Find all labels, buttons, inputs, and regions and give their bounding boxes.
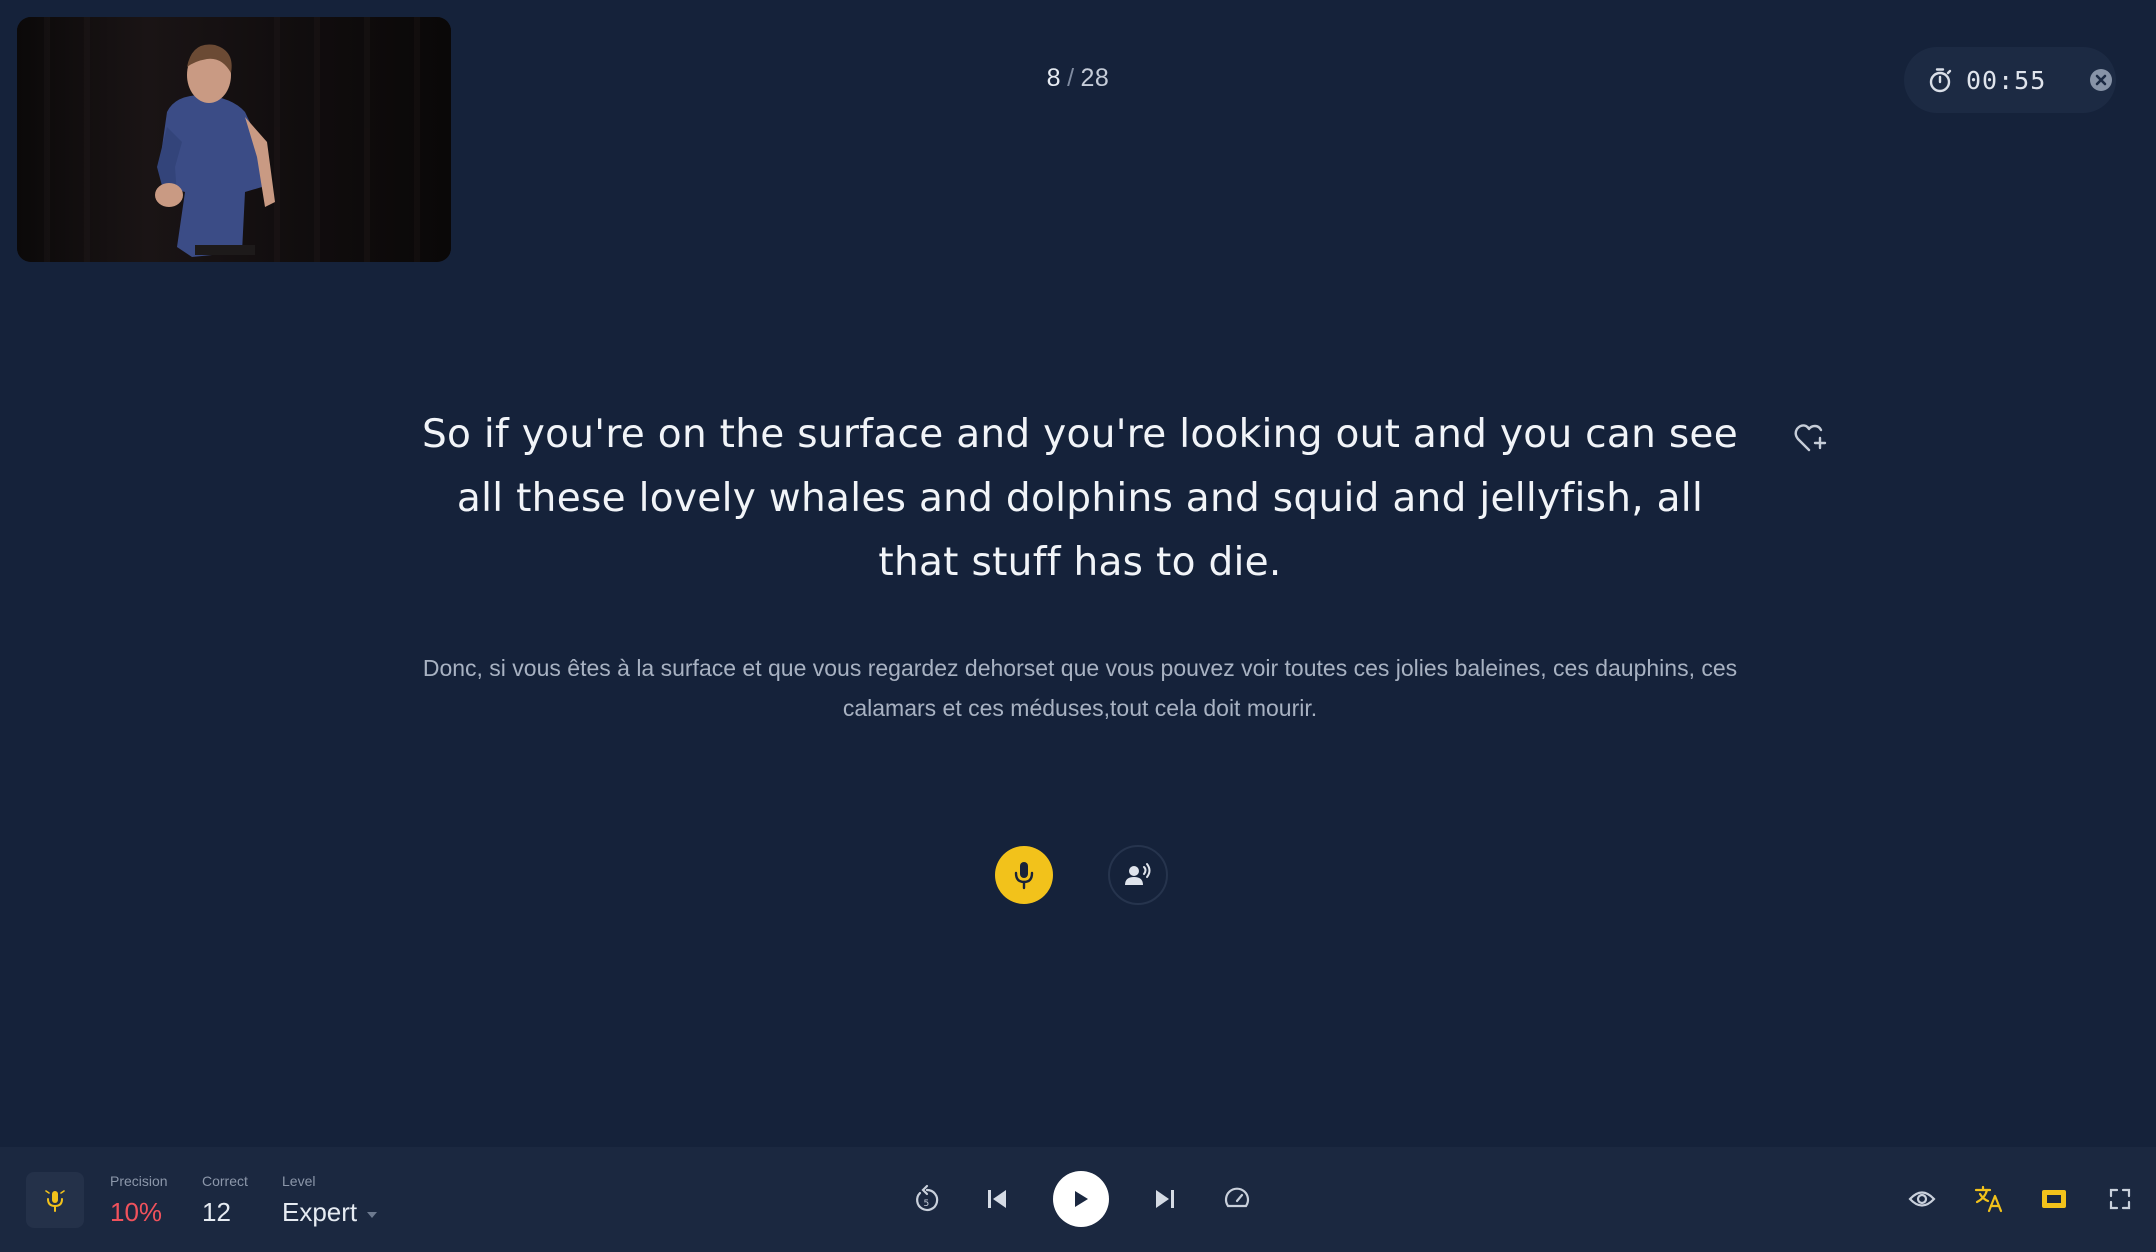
eye-icon [1908,1191,1936,1207]
close-circle-icon [2090,69,2113,91]
play-icon [1075,1191,1088,1207]
replay-5-icon: 5 [916,1184,939,1212]
correct-value: 12 [202,1197,231,1227]
english-sentence: So if you're on the surface and you're l… [421,412,1739,585]
current-sentence-number: 8 [1046,64,1062,92]
sentence-counter: 8/28 [0,64,2156,93]
listen-button[interactable] [1108,845,1168,905]
precision-stat: Precision 10% [110,1173,168,1228]
subtitles-icon [2042,1190,2066,1208]
show-text-toggle[interactable] [1904,1181,1940,1217]
correct-stat: Correct 12 [202,1173,248,1228]
microphone-icon [1014,862,1034,890]
counter-separator: / [1067,64,1075,92]
chevron-down-icon [367,1211,378,1218]
translate-icon [1974,1185,2003,1213]
precision-value: 10% [110,1197,163,1227]
previous-sentence-button[interactable] [980,1182,1014,1216]
speaker-person-icon [1125,863,1151,885]
svg-text:5: 5 [924,1199,930,1209]
level-value: Expert [282,1197,358,1227]
speedometer-icon [1224,1187,1250,1208]
playback-speed-button[interactable] [1220,1182,1254,1216]
fullscreen-icon [2109,1188,2131,1210]
voice-mode-button[interactable] [26,1172,84,1228]
timer-pill: 00:55 [1904,47,2116,113]
fullscreen-button[interactable] [2102,1181,2138,1217]
correct-label: Correct [202,1173,248,1189]
translated-sentence: Donc, si vous êtes à la surface et que v… [422,655,1738,721]
play-button[interactable] [1053,1171,1109,1227]
practice-screen: 8/28 00:55 So if you're on the surface a… [0,0,2156,1252]
translation-toggle[interactable] [1970,1180,2008,1218]
heart-plus-icon [1794,424,1827,452]
level-stat: Level Expert [282,1173,378,1228]
subtitles-toggle[interactable] [2036,1181,2072,1217]
bottom-control-bar: Precision 10% Correct 12 Level Expert 5 [0,1147,2156,1252]
video-preview[interactable] [17,17,451,262]
stopwatch-icon [1926,66,1954,94]
replay-5-button[interactable]: 5 [910,1182,944,1216]
record-button[interactable] [995,846,1053,904]
level-label: Level [282,1173,316,1189]
close-button[interactable] [2088,67,2114,93]
add-favorite-button[interactable] [1793,422,1829,454]
level-dropdown[interactable]: Expert [282,1197,378,1228]
speaker-video-frame [17,17,451,262]
next-sentence-button[interactable] [1148,1182,1182,1216]
timer-value: 00:55 [1966,65,2047,95]
microphone-settings-icon [45,1190,65,1212]
total-sentence-number: 28 [1080,64,1110,92]
skip-next-icon [1156,1190,1174,1208]
skip-previous-icon [988,1190,1006,1208]
precision-label: Precision [110,1173,168,1189]
